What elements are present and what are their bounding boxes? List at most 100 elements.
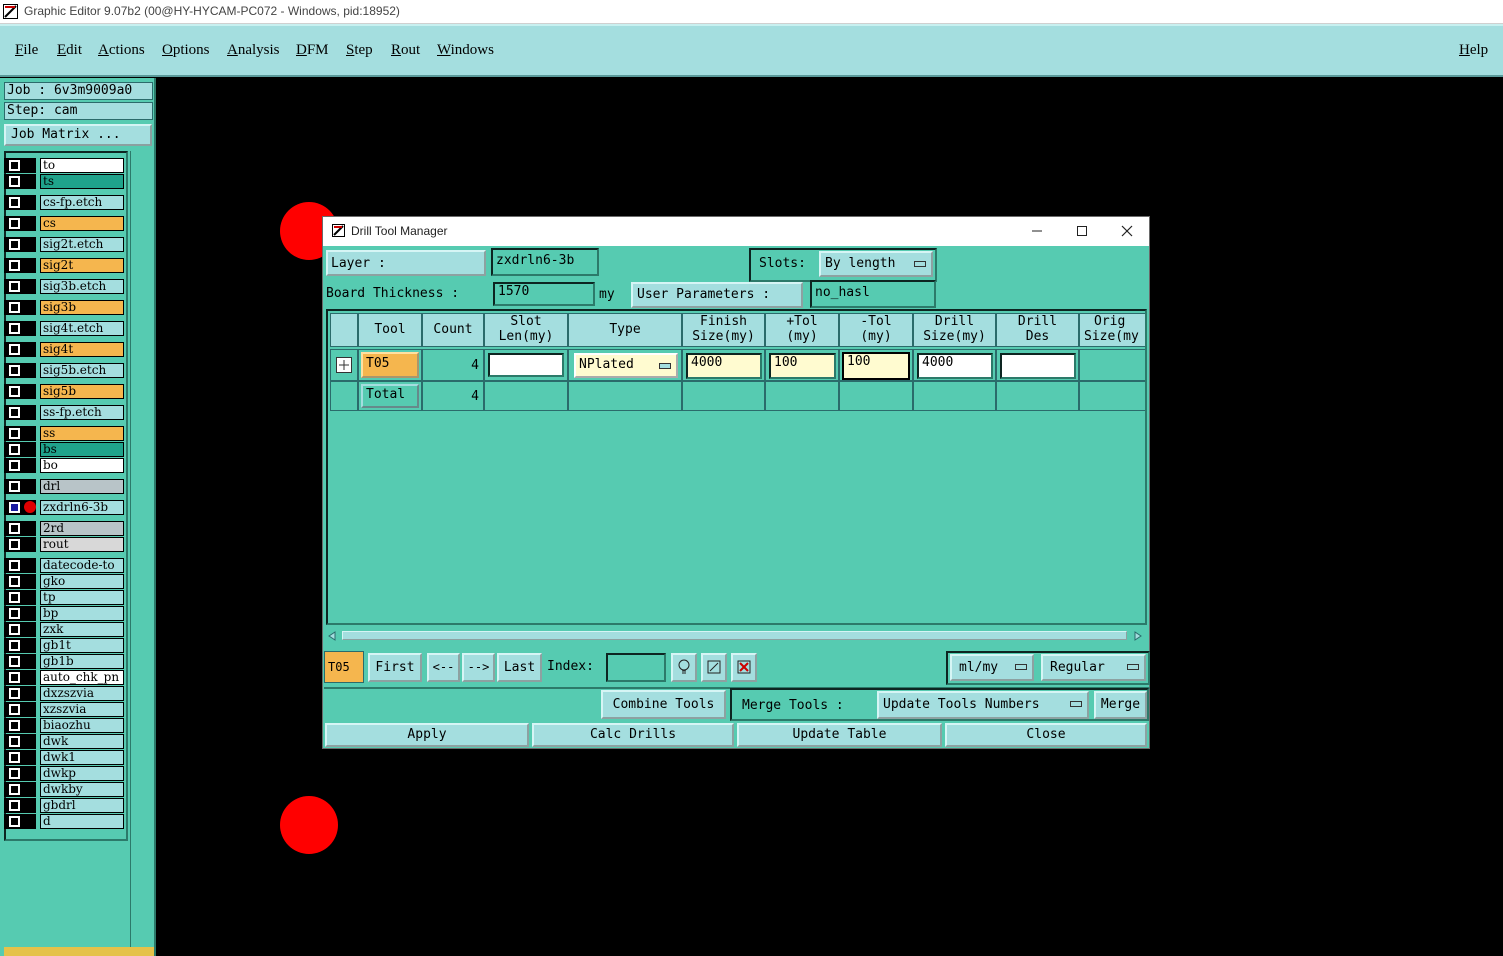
layer-row-datecode-to[interactable]: datecode-to xyxy=(4,558,124,573)
layer-row-cs[interactable]: cs xyxy=(4,216,124,231)
layer-row-gb1b[interactable]: gb1b xyxy=(4,654,124,669)
minimize-icon[interactable] xyxy=(1023,221,1051,241)
layer-name[interactable]: dwk1 xyxy=(40,750,124,765)
layer-name[interactable]: bs xyxy=(40,442,124,457)
layer-row-to[interactable]: to xyxy=(4,158,124,173)
layer-name[interactable]: gko xyxy=(40,574,124,589)
layer-name[interactable]: zxdrln6-3b xyxy=(40,500,124,515)
merge-tools-option-menu[interactable]: Update Tools Numbers xyxy=(877,691,1089,719)
layer-value[interactable]: zxdrln6-3b xyxy=(491,248,599,276)
update-table-button[interactable]: Update Table xyxy=(737,723,942,747)
layer-row-dwk[interactable]: dwk xyxy=(4,734,124,749)
mode-option-menu[interactable]: Regular xyxy=(1041,654,1146,681)
layer-checkbox[interactable] xyxy=(9,386,20,397)
layer-name[interactable]: dxzszvia xyxy=(40,686,124,701)
layer-name[interactable]: xzszvia xyxy=(40,702,124,717)
layer-row-gko[interactable]: gko xyxy=(4,574,124,589)
layer-checkbox[interactable] xyxy=(9,460,20,471)
layer-name[interactable]: sig2t xyxy=(40,258,124,273)
layer-checkbox[interactable] xyxy=(9,704,20,715)
layer-checkbox[interactable] xyxy=(9,302,20,313)
maximize-icon[interactable] xyxy=(1068,221,1096,241)
layer-checkbox[interactable] xyxy=(9,608,20,619)
slots-option-menu[interactable]: By length xyxy=(819,251,933,277)
apply-button[interactable]: Apply xyxy=(325,723,529,747)
layer-name[interactable]: d xyxy=(40,814,124,829)
layer-name[interactable]: gb1b xyxy=(40,654,124,669)
layer-name[interactable]: sig3b xyxy=(40,300,124,315)
layer-checkbox[interactable] xyxy=(9,428,20,439)
layer-name[interactable]: ts xyxy=(40,174,124,189)
user-parameters-value[interactable]: no_hasl xyxy=(810,280,936,308)
layer-row-gbdrl[interactable]: gbdrl xyxy=(4,798,124,813)
layer-name[interactable]: cs xyxy=(40,216,124,231)
scroll-right-icon[interactable] xyxy=(1132,630,1146,642)
layer-name[interactable]: biaozhu xyxy=(40,718,124,733)
layer-checkbox[interactable] xyxy=(9,800,20,811)
layer-checkbox[interactable] xyxy=(9,344,20,355)
layer-checkbox[interactable] xyxy=(9,260,20,271)
edit-icon[interactable] xyxy=(701,653,727,682)
menu-options[interactable]: Options xyxy=(162,42,210,59)
layer-checkbox[interactable] xyxy=(9,407,20,418)
menu-file[interactable]: File xyxy=(15,42,38,59)
menu-edit[interactable]: Edit xyxy=(57,42,82,59)
scroll-left-icon[interactable] xyxy=(326,630,340,642)
layer-name[interactable]: sig4t.etch xyxy=(40,321,124,336)
layer-name[interactable]: ss xyxy=(40,426,124,441)
menu-rout[interactable]: Rout xyxy=(391,42,420,59)
layer-name[interactable]: rout xyxy=(40,537,124,552)
layer-name[interactable]: tp xyxy=(40,590,124,605)
layer-checkbox[interactable] xyxy=(9,523,20,534)
finish-size-input[interactable]: 4000 xyxy=(686,353,762,379)
layer-checkbox[interactable] xyxy=(9,576,20,587)
layer-checkbox[interactable] xyxy=(9,624,20,635)
job-matrix-button[interactable]: Job Matrix ... xyxy=(4,124,152,146)
layer-row-sig4t.etch[interactable]: sig4t.etch xyxy=(4,321,124,336)
index-input[interactable] xyxy=(606,653,666,682)
layer-row-drl[interactable]: drl xyxy=(4,479,124,494)
layer-row-dwkp[interactable]: dwkp xyxy=(4,766,124,781)
layer-row-sig2t.etch[interactable]: sig2t.etch xyxy=(4,237,124,252)
combine-tools-button[interactable]: Combine Tools xyxy=(601,690,726,719)
delete-icon[interactable] xyxy=(731,653,757,682)
layer-row-rout[interactable]: rout xyxy=(4,537,124,552)
layer-row-sig3b.etch[interactable]: sig3b.etch xyxy=(4,279,124,294)
last-button[interactable]: Last xyxy=(497,653,542,682)
layer-row-cs-fp.etch[interactable]: cs-fp.etch xyxy=(4,195,124,210)
layer-checkbox[interactable] xyxy=(9,752,20,763)
layer-name[interactable]: gbdrl xyxy=(40,798,124,813)
layer-checkbox[interactable] xyxy=(9,160,20,171)
drill-des-input[interactable] xyxy=(1000,353,1076,379)
scroll-thumb[interactable] xyxy=(342,631,1127,640)
layer-row-sig2t[interactable]: sig2t xyxy=(4,258,124,273)
menu-help[interactable]: Help xyxy=(1459,42,1488,59)
bulb-icon[interactable] xyxy=(671,653,697,682)
layer-checkbox[interactable] xyxy=(9,444,20,455)
layer-name[interactable]: sig5b xyxy=(40,384,124,399)
layer-row-dwkby[interactable]: dwkby xyxy=(4,782,124,797)
menu-analysis[interactable]: Analysis xyxy=(227,42,280,59)
layer-checkbox[interactable] xyxy=(9,720,20,731)
layer-name[interactable]: ss-fp.etch xyxy=(40,405,124,420)
layer-row-gb1t[interactable]: gb1t xyxy=(4,638,124,653)
layer-row-biaozhu[interactable]: biaozhu xyxy=(4,718,124,733)
layer-checkbox[interactable] xyxy=(9,502,20,513)
layer-checkbox[interactable] xyxy=(9,736,20,747)
layer-row-bo[interactable]: bo xyxy=(4,458,124,473)
layer-name[interactable]: dwkp xyxy=(40,766,124,781)
layer-name[interactable]: sig4t xyxy=(40,342,124,357)
layer-checkbox[interactable] xyxy=(9,560,20,571)
layer-row-sig4t[interactable]: sig4t xyxy=(4,342,124,357)
expand-icon[interactable] xyxy=(336,357,352,373)
layer-checkbox[interactable] xyxy=(9,656,20,667)
layer-list-scrollbar[interactable] xyxy=(130,151,154,947)
layer-row-ts[interactable]: ts xyxy=(4,174,124,189)
layer-row-ss[interactable]: ss xyxy=(4,426,124,441)
prev-button[interactable]: <-- xyxy=(427,653,460,682)
layer-row-bs[interactable]: bs xyxy=(4,442,124,457)
layer-checkbox[interactable] xyxy=(9,281,20,292)
layer-name[interactable]: dwkby xyxy=(40,782,124,797)
calc-drills-button[interactable]: Calc Drills xyxy=(532,723,734,747)
minus-tol-input[interactable]: 100 xyxy=(842,352,910,380)
